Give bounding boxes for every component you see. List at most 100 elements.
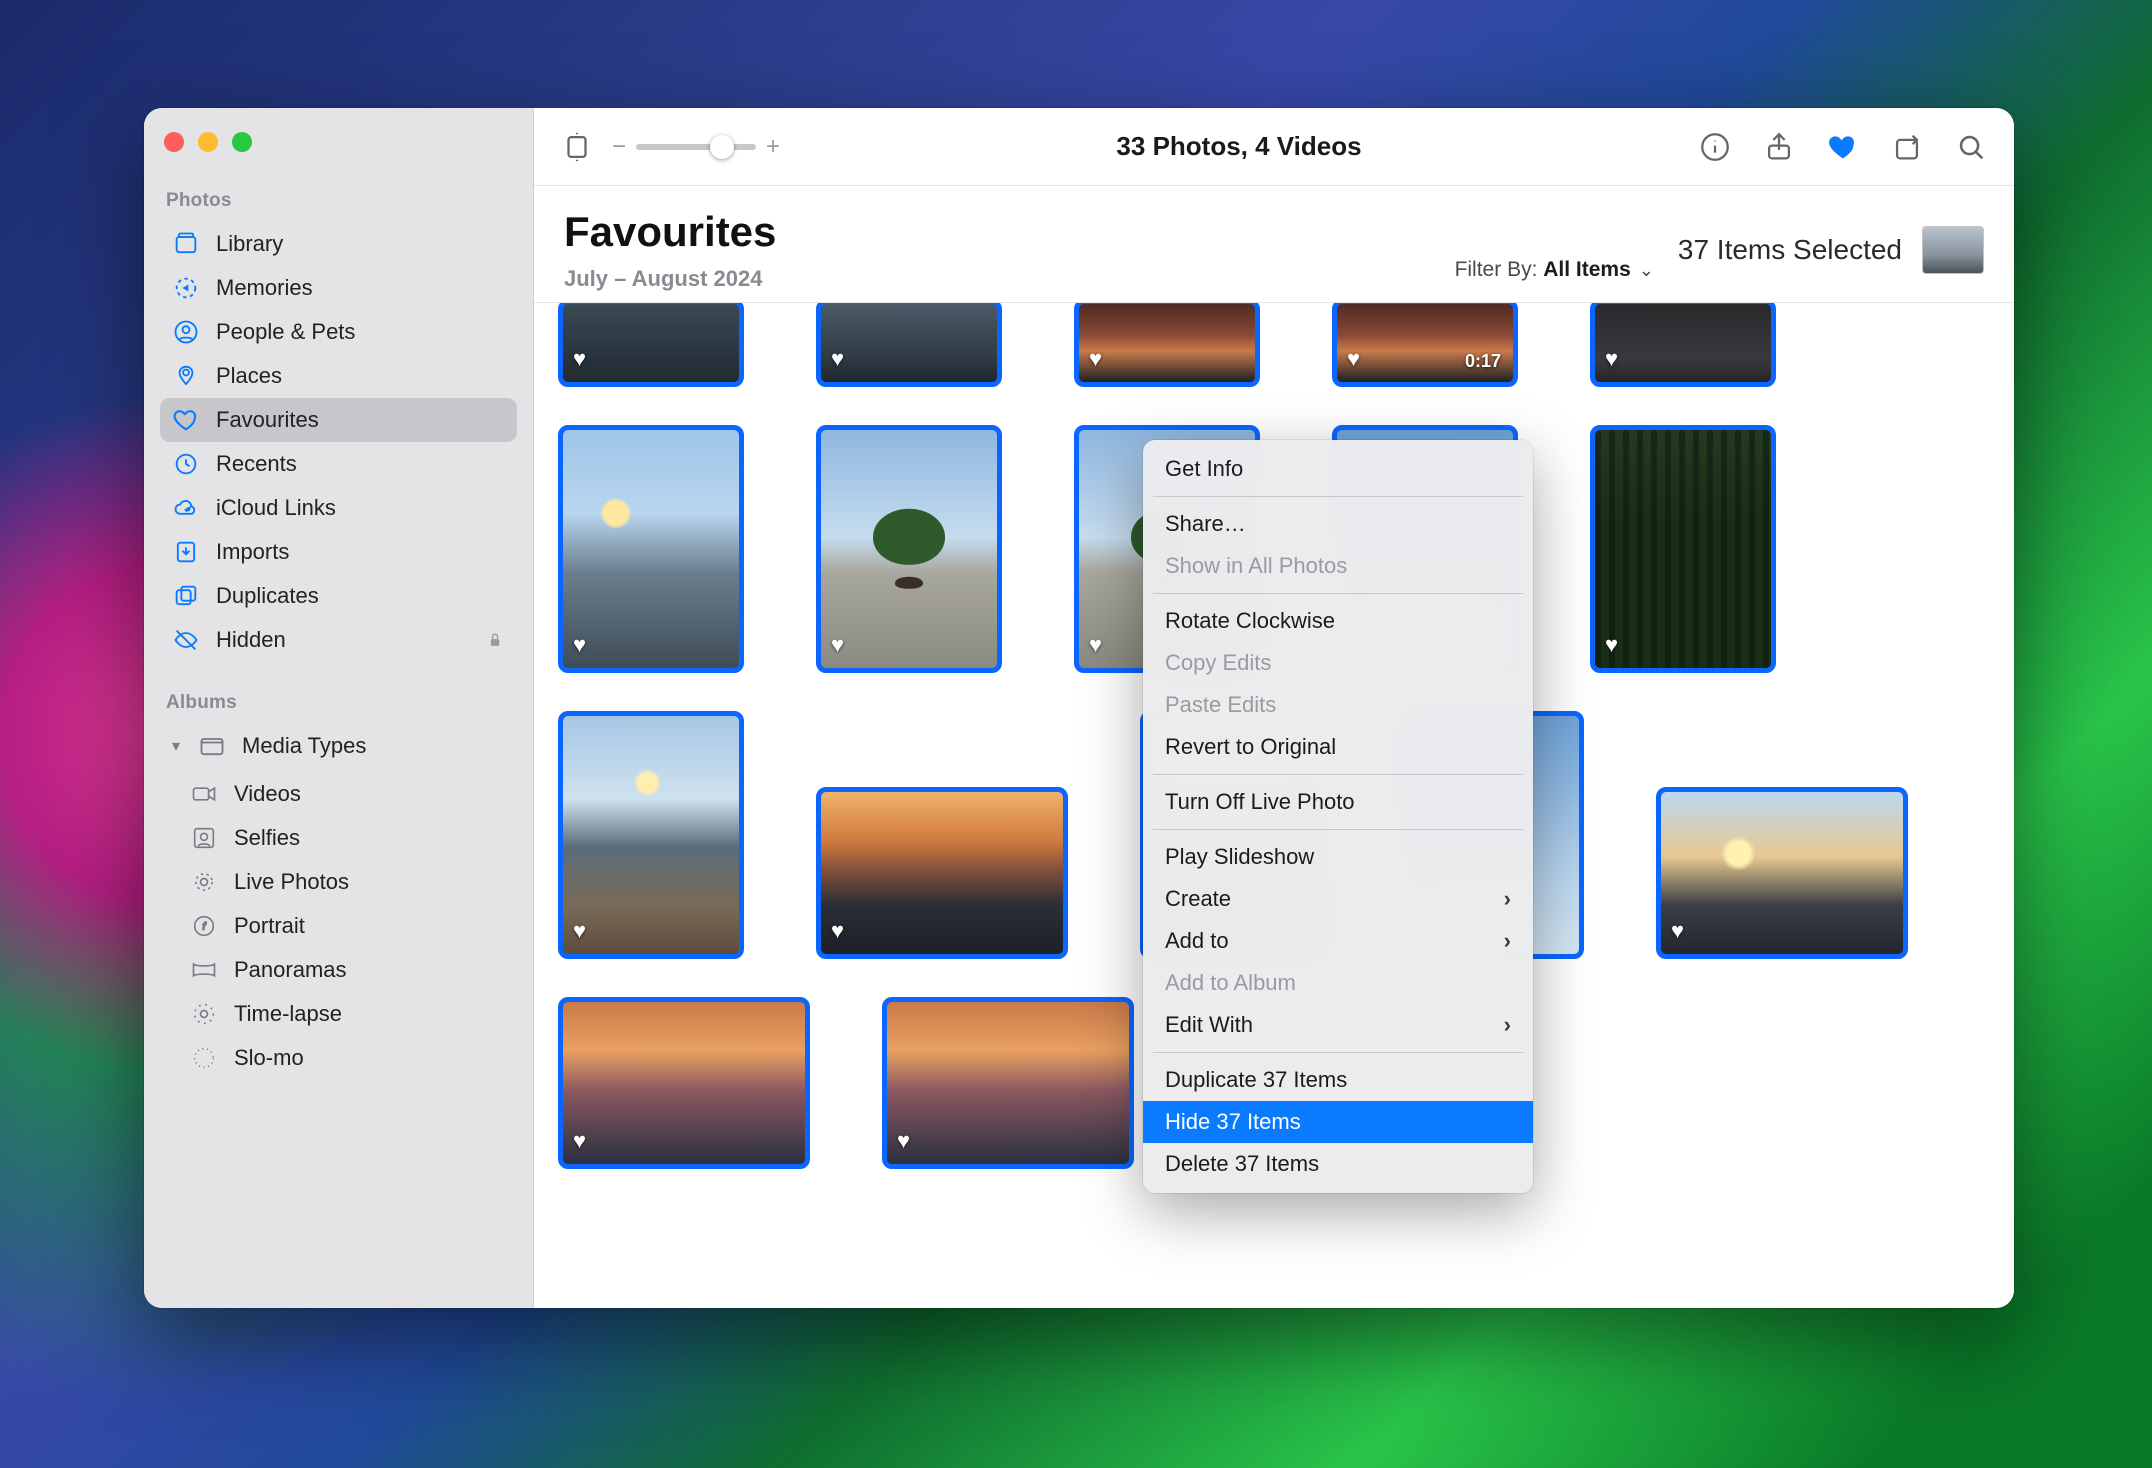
zoom-track[interactable] [636, 144, 756, 150]
sidebar-item-slo-mo[interactable]: Slo-mo [160, 1036, 517, 1080]
sidebar-item-selfies[interactable]: Selfies [160, 816, 517, 860]
selfies-icon [190, 824, 218, 852]
selection-thumbnail[interactable] [1922, 226, 1984, 274]
page-title: Favourites [564, 208, 1654, 256]
photo-thumbnail[interactable]: ♥ [558, 425, 744, 673]
heart-icon: ♥ [1347, 346, 1360, 372]
lock-icon [485, 630, 505, 650]
toolbar: − + 33 Photos, 4 Videos [534, 108, 2014, 186]
menu-item-add-to[interactable]: Add to › [1143, 920, 1533, 962]
photo-thumbnail[interactable]: ♥ [1590, 425, 1776, 673]
photo-thumbnail[interactable]: ♥ [558, 711, 744, 959]
sidebar-item-live-photos[interactable]: Live Photos [160, 860, 517, 904]
menu-item-edit-with[interactable]: Edit With› [1143, 1004, 1533, 1046]
menu-item-label: Turn Off Live Photo [1165, 789, 1355, 815]
video-duration: 0:17 [1465, 351, 1501, 372]
sidebar-item-recents[interactable]: Recents [160, 442, 517, 486]
selection-count: 37 Items Selected [1678, 234, 1902, 266]
sidebar-item-hidden[interactable]: Hidden [160, 618, 517, 662]
content-header: Favourites July – August 2024 Filter By:… [534, 186, 2014, 303]
menu-item-label: Add to Album [1165, 970, 1296, 996]
context-menu: Get InfoShare…Show in All PhotosRotate C… [1143, 440, 1533, 1193]
chevron-down-icon: ⌄ [1639, 260, 1654, 281]
sidebar: Photos LibraryMemories People & Pets Place… [144, 108, 534, 1308]
photo-thumbnail[interactable]: ♥ 0:17 [1332, 303, 1518, 387]
sidebar-item-label: Live Photos [234, 869, 349, 895]
menu-item-label: Share… [1165, 511, 1246, 537]
menu-item-paste-edits: Paste Edits [1143, 684, 1533, 726]
sidebar-item-label: Hidden [216, 627, 286, 653]
sidebar-item-label: Duplicates [216, 583, 319, 609]
photo-thumbnail[interactable]: ♥ [1656, 787, 1908, 959]
photo-thumbnail[interactable]: ♥ [816, 303, 1002, 387]
aspect-toggle-button[interactable] [560, 130, 594, 164]
photo-thumbnail[interactable]: ♥ [1590, 303, 1776, 387]
window-controls [160, 126, 517, 178]
chevron-right-icon: › [1504, 928, 1511, 954]
photo-thumbnail[interactable]: ♥ [816, 787, 1068, 959]
photo-thumbnail[interactable]: ♥ [1074, 303, 1260, 387]
menu-item-rotate-clockwise[interactable]: Rotate Clockwise [1143, 600, 1533, 642]
sidebar-item-label: Portrait [234, 913, 305, 939]
heart-icon [172, 406, 200, 434]
menu-item-share[interactable]: Share… [1143, 503, 1533, 545]
zoom-slider[interactable]: − + [612, 133, 780, 161]
zoom-in-icon: + [766, 133, 780, 161]
menu-item-label: Edit With [1165, 1012, 1253, 1038]
sidebar-item-media-types[interactable]: ▾ Media Types [160, 724, 517, 768]
sidebar-item-places[interactable]: Places [160, 354, 517, 398]
filter-control[interactable]: Filter By: All Items ⌄ [1455, 258, 1654, 292]
close-window-button[interactable] [164, 132, 184, 152]
menu-item-label: Revert to Original [1165, 734, 1336, 760]
menu-item-turn-off-live-photo[interactable]: Turn Off Live Photo [1143, 781, 1533, 823]
heart-icon: ♥ [573, 632, 586, 658]
share-button[interactable] [1762, 130, 1796, 164]
video-icon [190, 780, 218, 808]
menu-item-revert-to-original[interactable]: Revert to Original [1143, 726, 1533, 768]
sidebar-item-label: Time-lapse [234, 1001, 342, 1027]
zoom-out-icon: − [612, 133, 626, 161]
photo-thumbnail[interactable]: ♥ [558, 303, 744, 387]
toolbar-title: 33 Photos, 4 Videos [798, 131, 1680, 162]
heart-icon: ♥ [831, 346, 844, 372]
menu-item-duplicate-items[interactable]: Duplicate 37 Items [1143, 1059, 1533, 1101]
heart-icon: ♥ [573, 918, 586, 944]
sidebar-item-library[interactable]: Library [160, 222, 517, 266]
sidebar-item-icloud-links[interactable]: iCloud Links [160, 486, 517, 530]
menu-item-label: Add to [1165, 928, 1229, 954]
menu-item-create[interactable]: Create› [1143, 878, 1533, 920]
menu-item-get-info[interactable]: Get Info [1143, 448, 1533, 490]
minimize-window-button[interactable] [198, 132, 218, 152]
sidebar-item-favourites[interactable]: Favourites [160, 398, 517, 442]
sidebar-item-people-pets[interactable]: People & Pets [160, 310, 517, 354]
zoom-window-button[interactable] [232, 132, 252, 152]
photo-thumbnail[interactable]: ♥ [558, 997, 810, 1169]
photo-thumbnail[interactable]: ♥ [882, 997, 1134, 1169]
sidebar-item-label: Favourites [216, 407, 319, 433]
sidebar-item-imports[interactable]: Imports [160, 530, 517, 574]
sidebar-item-memories[interactable]: Memories [160, 266, 517, 310]
favourite-button[interactable] [1826, 130, 1860, 164]
photo-thumbnail[interactable]: ♥ [816, 425, 1002, 673]
search-button[interactable] [1954, 130, 1988, 164]
sidebar-item-videos[interactable]: Videos [160, 772, 517, 816]
menu-item-copy-edits: Copy Edits [1143, 642, 1533, 684]
menu-separator [1153, 593, 1523, 594]
sidebar-section-photos: Photos [160, 182, 517, 218]
sidebar-item-time-lapse[interactable]: Time-lapse [160, 992, 517, 1036]
sidebar-item-label: Slo-mo [234, 1045, 304, 1071]
zoom-thumb[interactable] [710, 135, 734, 159]
menu-item-hide-items[interactable]: Hide 37 Items [1143, 1101, 1533, 1143]
menu-item-delete-items[interactable]: Delete 37 Items [1143, 1143, 1533, 1185]
rotate-button[interactable] [1890, 130, 1924, 164]
sidebar-item-duplicates[interactable]: Duplicates [160, 574, 517, 618]
desktop-wallpaper: Photos LibraryMemories People & Pets Place… [0, 0, 2152, 1468]
sidebar-item-portrait[interactable]: fPortrait [160, 904, 517, 948]
sidebar-item-label: People & Pets [216, 319, 355, 345]
sidebar-item-label: Imports [216, 539, 289, 565]
menu-item-play-slideshow[interactable]: Play Slideshow [1143, 836, 1533, 878]
info-button[interactable] [1698, 130, 1732, 164]
sidebar-item-label: Videos [234, 781, 301, 807]
sidebar-item-panoramas[interactable]: Panoramas [160, 948, 517, 992]
heart-icon: ♥ [897, 1128, 910, 1154]
